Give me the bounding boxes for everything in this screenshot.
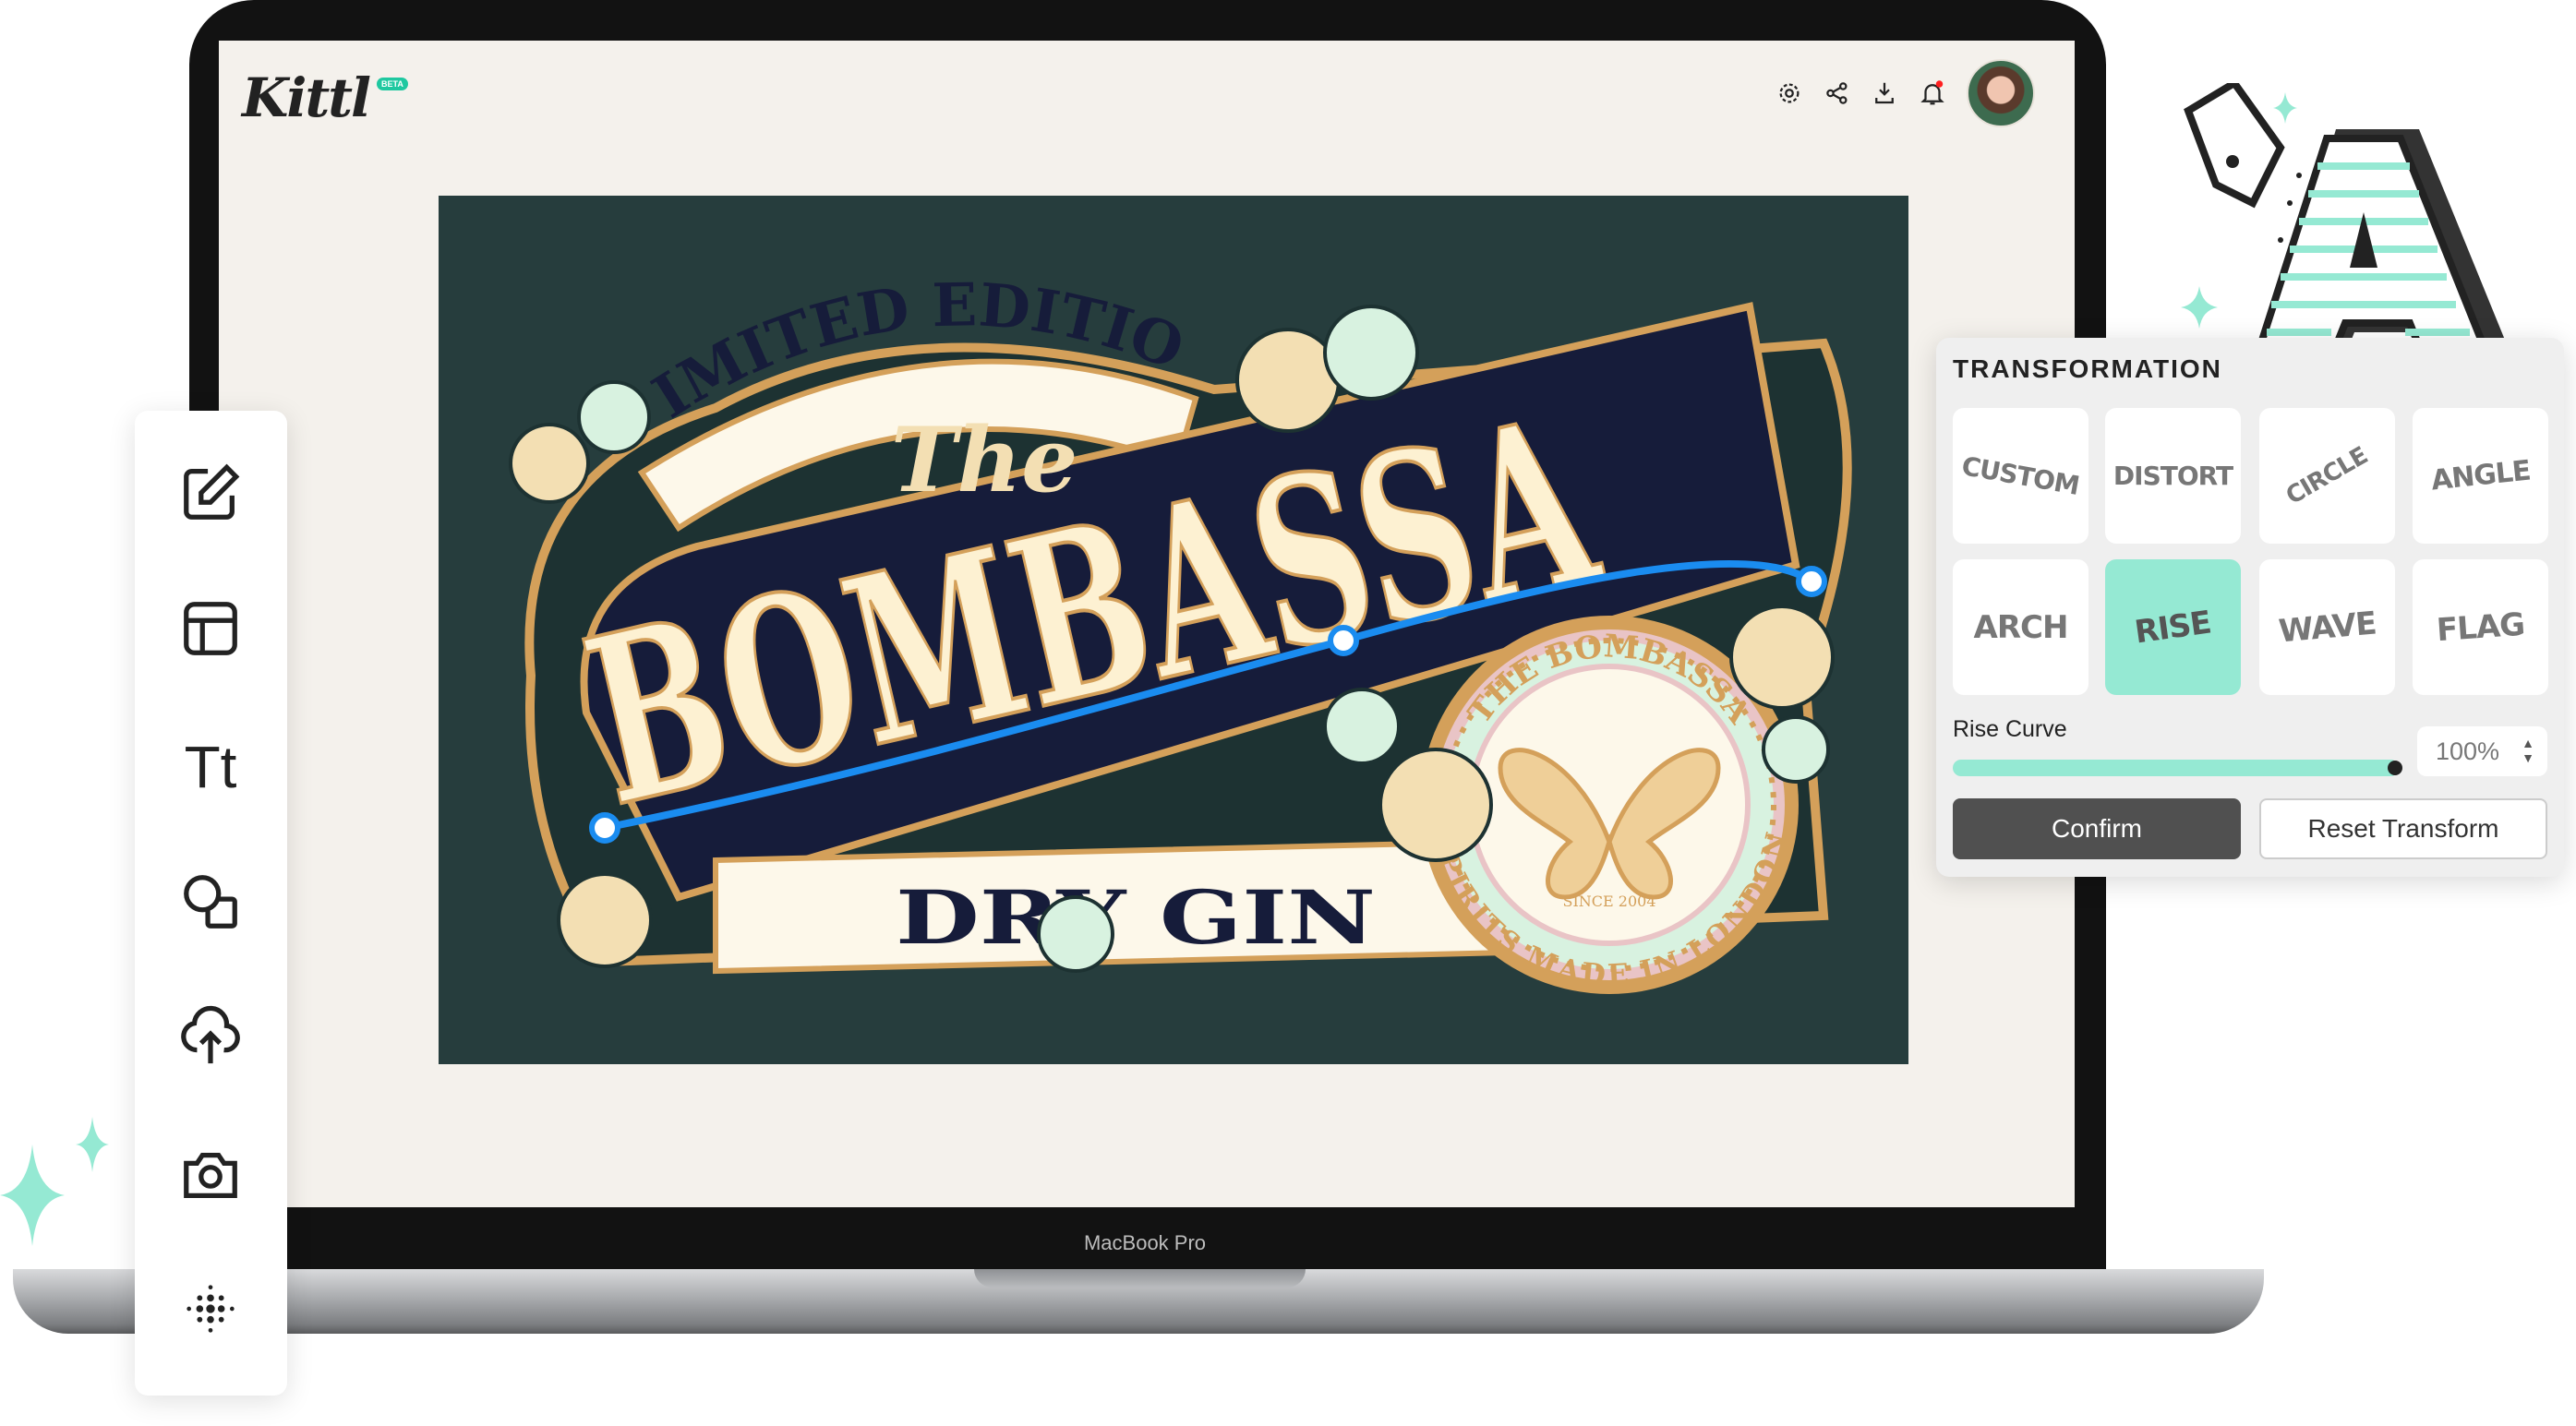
reset-transform-button[interactable]: Reset Transform <box>2259 798 2547 859</box>
panel-title: TRANSFORMATION <box>1953 354 2222 383</box>
laptop-notch <box>974 1269 1306 1288</box>
curve-handle-mid[interactable] <box>1328 625 1359 656</box>
upload-tool[interactable] <box>174 1000 247 1073</box>
bell-icon[interactable] <box>1919 79 1946 107</box>
option-rise[interactable]: RISE <box>2105 559 2241 695</box>
option-arch[interactable]: ARCH <box>1953 559 2088 695</box>
slider-thumb[interactable] <box>2388 761 2402 775</box>
option-wave[interactable]: WAVE <box>2259 559 2395 695</box>
share-icon[interactable] <box>1824 79 1851 107</box>
shapes-tool[interactable] <box>174 865 247 939</box>
shapes-icon <box>184 875 237 929</box>
stepper-arrows-icon[interactable]: ▲ ▼ <box>2522 736 2534 765</box>
curve-handle-end[interactable] <box>1796 566 1827 597</box>
edit-icon <box>184 463 240 520</box>
option-custom[interactable]: CUSTOM <box>1953 408 2088 544</box>
design-canvas[interactable]: LIMITED EDITION The BOMBASSA DRY GIN THE… <box>412 141 1908 1064</box>
kittl-logo[interactable]: Kittl <box>242 66 371 129</box>
edit-tool[interactable] <box>174 456 247 530</box>
layout-icon <box>184 602 237 655</box>
beta-badge: BETA <box>377 78 408 90</box>
download-icon[interactable] <box>1871 79 1898 107</box>
pattern-tool[interactable] <box>174 1272 247 1346</box>
subtitle-text[interactable]: DRY GIN <box>896 874 1376 961</box>
user-avatar[interactable] <box>1967 59 2035 127</box>
sparkle-icon <box>0 1117 109 1246</box>
option-circle[interactable]: CIRCLE <box>2259 408 2395 544</box>
curve-handle-start[interactable] <box>589 812 620 844</box>
halftone-icon <box>187 1285 235 1333</box>
gear-icon[interactable] <box>1776 79 1803 107</box>
layout-tool[interactable] <box>174 592 247 665</box>
option-distort[interactable]: DISTORT <box>2105 408 2241 544</box>
camera-tool[interactable] <box>174 1137 247 1211</box>
device-label: MacBook Pro <box>1083 1231 1207 1254</box>
rise-curve-slider[interactable] <box>1953 760 2399 776</box>
left-toolbar: Tt <box>135 411 287 1396</box>
option-flag[interactable]: FLAG <box>2413 559 2548 695</box>
rise-curve-label: Rise Curve <box>1953 716 2067 742</box>
transformation-panel: TRANSFORMATION CUSTOM DISTORT CIRCLE ANG… <box>1936 338 2564 877</box>
option-angle[interactable]: ANGLE <box>2413 408 2548 544</box>
text-icon: Tt <box>184 734 237 800</box>
camera-icon <box>184 1152 237 1198</box>
confirm-button[interactable]: Confirm <box>1953 798 2241 859</box>
upload-icon <box>181 1005 240 1064</box>
text-tool[interactable]: Tt <box>174 730 247 804</box>
rise-curve-value-input[interactable]: 100% ▲ ▼ <box>2417 726 2547 776</box>
